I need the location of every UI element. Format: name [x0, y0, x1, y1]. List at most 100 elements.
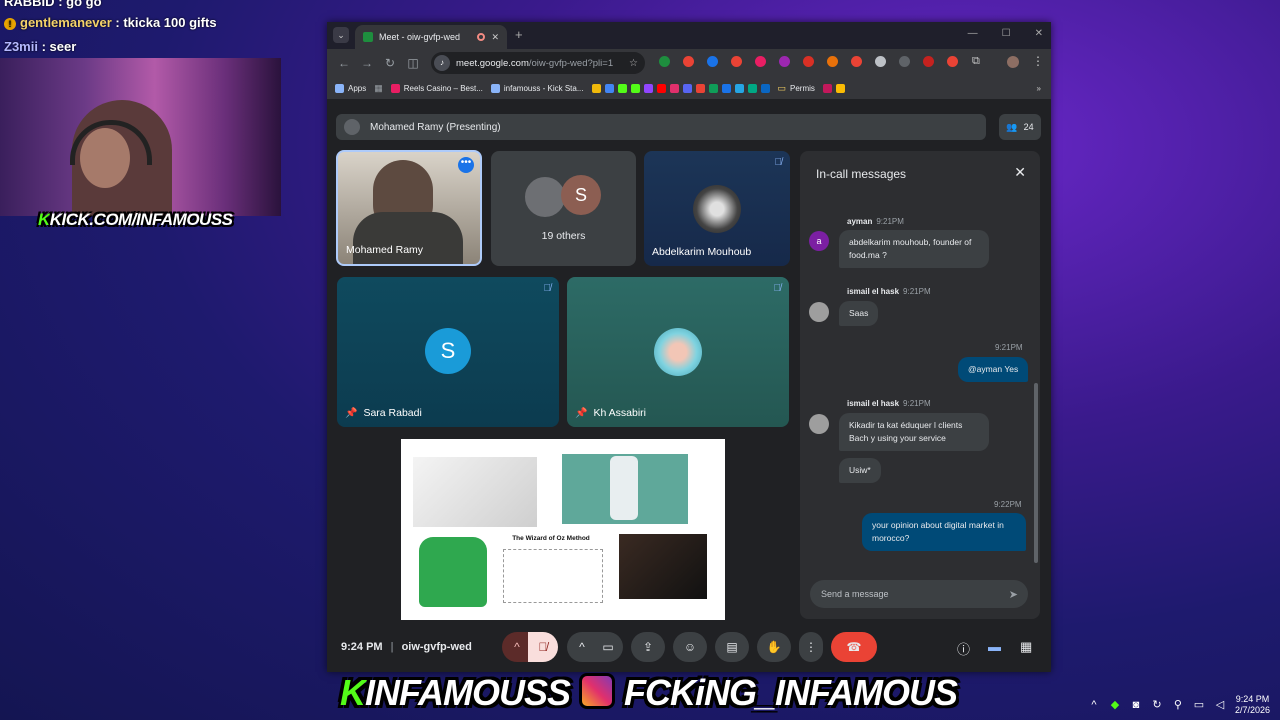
more-options-icon[interactable]: ••• [458, 157, 474, 173]
captions-button[interactable]: ▤ [715, 632, 749, 662]
avatar-initial: S [440, 338, 456, 363]
bookmark-icons-2[interactable] [822, 83, 845, 93]
address-bar[interactable]: ♪ meet.google.com/oiw-gvfp-wed?pli=1 ☆ [431, 52, 645, 74]
message-bubble-own: @ayman Yes [958, 357, 1029, 382]
message-time: 9:22PM [994, 500, 1022, 509]
in-call-messages-panel: In-call messages ✕ a ayman 9:21PM abdelka… [800, 151, 1040, 619]
extension-icon[interactable] [803, 56, 814, 67]
extension-icon[interactable] [899, 56, 910, 67]
message-bubble: Kikadir ta kat éduquer l clients Bach y … [839, 413, 989, 451]
people-button[interactable]: 👥 24 [999, 114, 1041, 140]
webcam-feed [0, 58, 281, 216]
tile-sara-rabadi[interactable]: S 🎙̸ 📌 Sara Rabadi [337, 277, 559, 427]
kick-icon [617, 83, 627, 93]
activities-icon[interactable]: ▦ [1020, 639, 1032, 655]
system-tray: ^ ◆ ◙ ↻ ⚲ ▭ ◁ 9:24 PM 2/7/2026 [1088, 690, 1280, 720]
new-tab-button[interactable]: + [515, 27, 523, 42]
tray-clock[interactable]: 9:24 PM 2/7/2026 [1235, 694, 1270, 716]
pin-icon[interactable]: 📌 [575, 408, 587, 419]
maximize-icon[interactable]: ☐ [1002, 28, 1011, 39]
message-meta: ayman 9:21PM [847, 217, 904, 226]
extension-icon[interactable] [875, 56, 886, 67]
tile-abdelkarim-mouhoub[interactable]: 🎙̸ Abdelkarim Mouhoub [644, 151, 790, 266]
bookmark-folder-permis[interactable]: ▭ Permis [778, 83, 815, 94]
presenting-bar[interactable]: Mohamed Ramy (Presenting) [336, 114, 986, 140]
send-message-input[interactable]: Send a message ➤ [810, 580, 1028, 608]
extension-icon[interactable] [851, 56, 862, 67]
message-bubble-own: your opinion about digital market in mor… [862, 513, 1026, 551]
info-icon[interactable]: ⓘ [957, 639, 970, 658]
recording-icon [477, 33, 486, 41]
bookmark-icons[interactable] [591, 83, 770, 93]
profile-avatar[interactable] [1007, 56, 1019, 68]
raise-hand-button[interactable]: ✋ [757, 632, 791, 662]
split-view-icon[interactable]: ◫ [407, 56, 419, 70]
extension-icon[interactable] [947, 56, 958, 67]
close-window-icon[interactable]: ✕ [1035, 28, 1043, 39]
extension-icon[interactable] [659, 56, 670, 67]
bookmark-reels[interactable]: Reels Casino – Best... [390, 83, 483, 93]
extension-icon[interactable] [731, 56, 742, 67]
more-options-button[interactable]: ⋮ [799, 632, 823, 662]
tile-mohamed-ramy[interactable]: ••• Mohamed Ramy [336, 150, 482, 266]
discord-icon [682, 83, 692, 93]
site-info-icon[interactable]: ♪ [434, 55, 450, 71]
wizard-of-oz-diagram [503, 549, 603, 603]
bookmark-kick[interactable]: infamouss - Kick Sta... [490, 83, 584, 93]
extension-icon[interactable] [923, 56, 934, 67]
volume-icon[interactable]: ◁ [1214, 699, 1226, 711]
tray-time: 9:24 PM [1235, 694, 1270, 704]
close-tab-icon[interactable]: ✕ [491, 32, 499, 43]
tray-expand-icon[interactable]: ^ [1088, 699, 1100, 711]
chat-scrollbar[interactable] [1034, 383, 1038, 563]
bookmark-star-icon[interactable]: ☆ [629, 58, 638, 69]
sync-icon[interactable]: ↻ [1151, 699, 1163, 711]
tab-meet[interactable]: Meet - oiw-gvfp-wed ✕ [355, 25, 507, 49]
bookmark-apps[interactable]: Apps [335, 83, 366, 93]
menu-icon[interactable]: ⋮ [1032, 54, 1044, 68]
sender-name: ismail el hask [847, 399, 900, 408]
send-icon[interactable]: ➤ [1009, 588, 1018, 601]
forward-icon[interactable]: → [361, 56, 373, 70]
bookmark-grid[interactable]: ▦ [374, 83, 383, 94]
close-icon[interactable]: ✕ [1014, 164, 1026, 181]
chat-icon[interactable]: ▬ [988, 639, 1001, 654]
extension-icon[interactable] [779, 56, 790, 67]
bookmarks-bar: Apps ▦ Reels Casino – Best... infamouss … [327, 77, 1051, 100]
tray-app-icon[interactable]: ◆ [1109, 699, 1121, 711]
extension-icon[interactable] [755, 56, 766, 67]
leave-call-button[interactable]: ☎ [831, 632, 877, 662]
present-button[interactable]: ⇪ [631, 632, 665, 662]
avatar-ismail [809, 302, 829, 322]
extension-icon[interactable] [827, 56, 838, 67]
camera-toggle-button[interactable]: ▭ [593, 632, 623, 662]
usb-icon[interactable]: ⚲ [1172, 699, 1184, 711]
reactions-button[interactable]: ☺ [673, 632, 707, 662]
tile-others[interactable]: S 19 others [491, 151, 636, 266]
discord-tray-icon[interactable]: ◙ [1130, 699, 1142, 711]
gmail-icon [695, 83, 705, 93]
kick-url: KICK.COM/INFAMOUSS [49, 210, 233, 229]
minimize-icon[interactable]: — [968, 28, 978, 39]
mic-toggle-button[interactable]: 🎙̸ [528, 632, 558, 662]
reload-icon[interactable]: ↻ [384, 56, 396, 70]
message-bubble: Saas [839, 301, 879, 326]
more-bookmarks-icon[interactable]: » [1037, 84, 1041, 93]
network-icon[interactable]: ▭ [1193, 699, 1205, 711]
chat-username: Z3mii [4, 39, 38, 54]
back-icon[interactable]: ← [338, 56, 350, 70]
kick-logo: KKICK.COM/INFAMOUSS [38, 210, 233, 229]
participant-body [353, 212, 463, 264]
hoodie-image [419, 537, 487, 607]
tile-kh-assabiri[interactable]: 🎙̸ 📌 Kh Assabiri [567, 277, 789, 427]
site-icon [760, 83, 770, 93]
extensions-puzzle-icon[interactable]: ⧉ [972, 55, 980, 68]
coffee-shop-image [619, 534, 707, 599]
extension-icon[interactable] [707, 56, 718, 67]
extension-icon[interactable] [683, 56, 694, 67]
camera-icon: ▭ [602, 640, 614, 654]
pin-icon[interactable]: 📌 [345, 408, 357, 419]
sheets-icon [708, 83, 718, 93]
others-avatar-2: S [561, 175, 601, 215]
tab-search-icon[interactable]: ⌄ [333, 27, 349, 43]
